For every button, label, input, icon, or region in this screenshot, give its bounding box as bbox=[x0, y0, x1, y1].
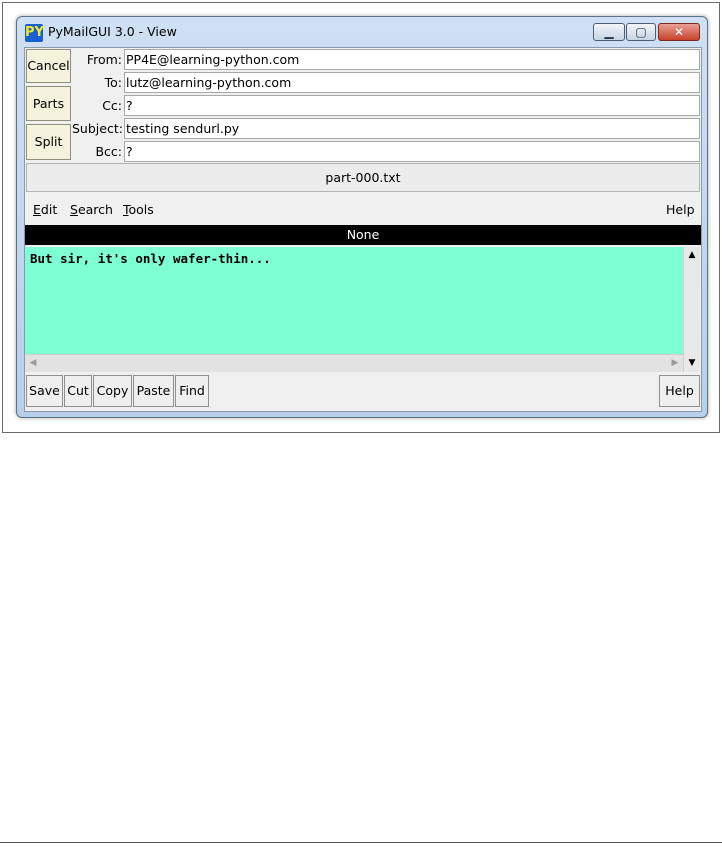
title-bar[interactable]: PY PyMailGUI 3.0 - View ▁ ▢ ✕ bbox=[17, 17, 707, 47]
menu-edit-label: dit bbox=[40, 202, 58, 217]
menu-edit[interactable]: Edit bbox=[33, 202, 57, 217]
bcc-label: Bcc: bbox=[95, 144, 122, 159]
subject-label: Subject: bbox=[72, 121, 123, 136]
cancel-button[interactable]: Cancel bbox=[26, 49, 71, 83]
parts-button[interactable]: Parts bbox=[26, 86, 71, 121]
python-app-icon: PY bbox=[25, 24, 44, 42]
menu-search-label: earch bbox=[77, 202, 113, 217]
scroll-up-arrow-icon[interactable]: ▲ bbox=[684, 247, 700, 264]
vertical-scrollbar[interactable]: ▲ ▼ bbox=[683, 247, 700, 372]
window-client-area: Cancel Parts Split From: PP4E@learning-p… bbox=[24, 47, 702, 412]
menu-help[interactable]: Help bbox=[666, 202, 695, 217]
page-bottom-rule bbox=[0, 842, 722, 843]
from-field[interactable]: PP4E@learning-python.com bbox=[124, 49, 700, 70]
to-label: To: bbox=[104, 75, 122, 90]
find-button[interactable]: Find bbox=[175, 375, 209, 407]
menu-search-mnemonic: S bbox=[70, 202, 78, 217]
close-button[interactable]: ✕ bbox=[658, 23, 700, 41]
maximize-button[interactable]: ▢ bbox=[626, 23, 656, 41]
to-field[interactable]: lutz@learning-python.com bbox=[124, 72, 700, 93]
scroll-down-arrow-icon[interactable]: ▼ bbox=[684, 355, 700, 372]
cc-field[interactable]: ? bbox=[124, 95, 700, 116]
status-bar-none: None bbox=[25, 225, 701, 245]
scroll-left-arrow-icon[interactable]: ◀ bbox=[25, 355, 41, 372]
message-body-text[interactable]: But sir, it's only wafer-thin... bbox=[25, 247, 683, 354]
horizontal-scrollbar[interactable]: ◀ ▶ bbox=[25, 354, 683, 372]
scroll-right-arrow-icon[interactable]: ▶ bbox=[667, 355, 683, 372]
paste-button[interactable]: Paste bbox=[133, 375, 174, 407]
subject-field[interactable]: testing sendurl.py bbox=[124, 118, 700, 139]
menu-edit-mnemonic: E bbox=[33, 202, 41, 217]
menu-search[interactable]: Search bbox=[70, 202, 113, 217]
window-title: PyMailGUI 3.0 - View bbox=[48, 24, 177, 39]
bottom-toolbar: Save Cut Copy Paste Find Help bbox=[26, 375, 700, 409]
split-button[interactable]: Split bbox=[26, 124, 71, 160]
cut-button[interactable]: Cut bbox=[64, 375, 92, 407]
menu-tools[interactable]: Tools bbox=[123, 202, 154, 217]
bcc-field[interactable]: ? bbox=[124, 141, 700, 162]
part-file-button[interactable]: part-000.txt bbox=[26, 163, 700, 192]
menu-tools-label: ools bbox=[128, 202, 154, 217]
from-label: From: bbox=[86, 52, 122, 67]
toolbar-help-button[interactable]: Help bbox=[659, 375, 700, 407]
menu-bar: Edit Search Tools Help bbox=[26, 195, 700, 225]
minimize-button[interactable]: ▁ bbox=[593, 23, 625, 41]
pymailgui-view-window: PY PyMailGUI 3.0 - View ▁ ▢ ✕ Cancel Par… bbox=[16, 16, 708, 418]
cc-label: Cc: bbox=[102, 98, 122, 113]
copy-button[interactable]: Copy bbox=[93, 375, 132, 407]
save-button[interactable]: Save bbox=[26, 375, 63, 407]
